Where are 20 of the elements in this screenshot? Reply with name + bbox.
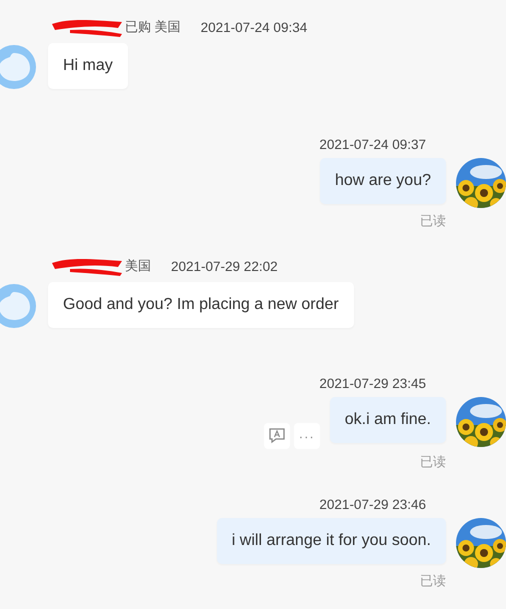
buyer-info: 美国 xyxy=(125,257,151,275)
avatar-icon xyxy=(0,43,38,91)
message-time: 2021-07-29 23:46 xyxy=(319,497,426,512)
read-status: 已读 xyxy=(420,572,446,590)
message-bubble: ok.i am fine. xyxy=(330,397,446,443)
message-time: 2021-07-29 22:02 xyxy=(171,258,278,274)
message-time: 2021-07-24 09:37 xyxy=(319,137,426,152)
read-status: 已读 xyxy=(420,453,446,471)
translate-button[interactable] xyxy=(264,423,290,449)
message-bubble: Hi may xyxy=(48,43,128,89)
message-bubble: i will arrange it for you soon. xyxy=(216,518,446,564)
buyer-info: 已购 美国 xyxy=(125,18,181,36)
more-button[interactable]: ··· xyxy=(294,423,320,449)
message-bubble: Good and you? Im placing a new order xyxy=(48,282,354,328)
message-time: 2021-07-29 23:45 xyxy=(319,376,426,391)
read-status: 已读 xyxy=(420,212,446,230)
message-bubble: how are you? xyxy=(320,158,446,204)
translate-icon xyxy=(268,427,286,445)
avatar-icon xyxy=(0,282,38,330)
message-time: 2021-07-24 09:34 xyxy=(200,20,308,34)
